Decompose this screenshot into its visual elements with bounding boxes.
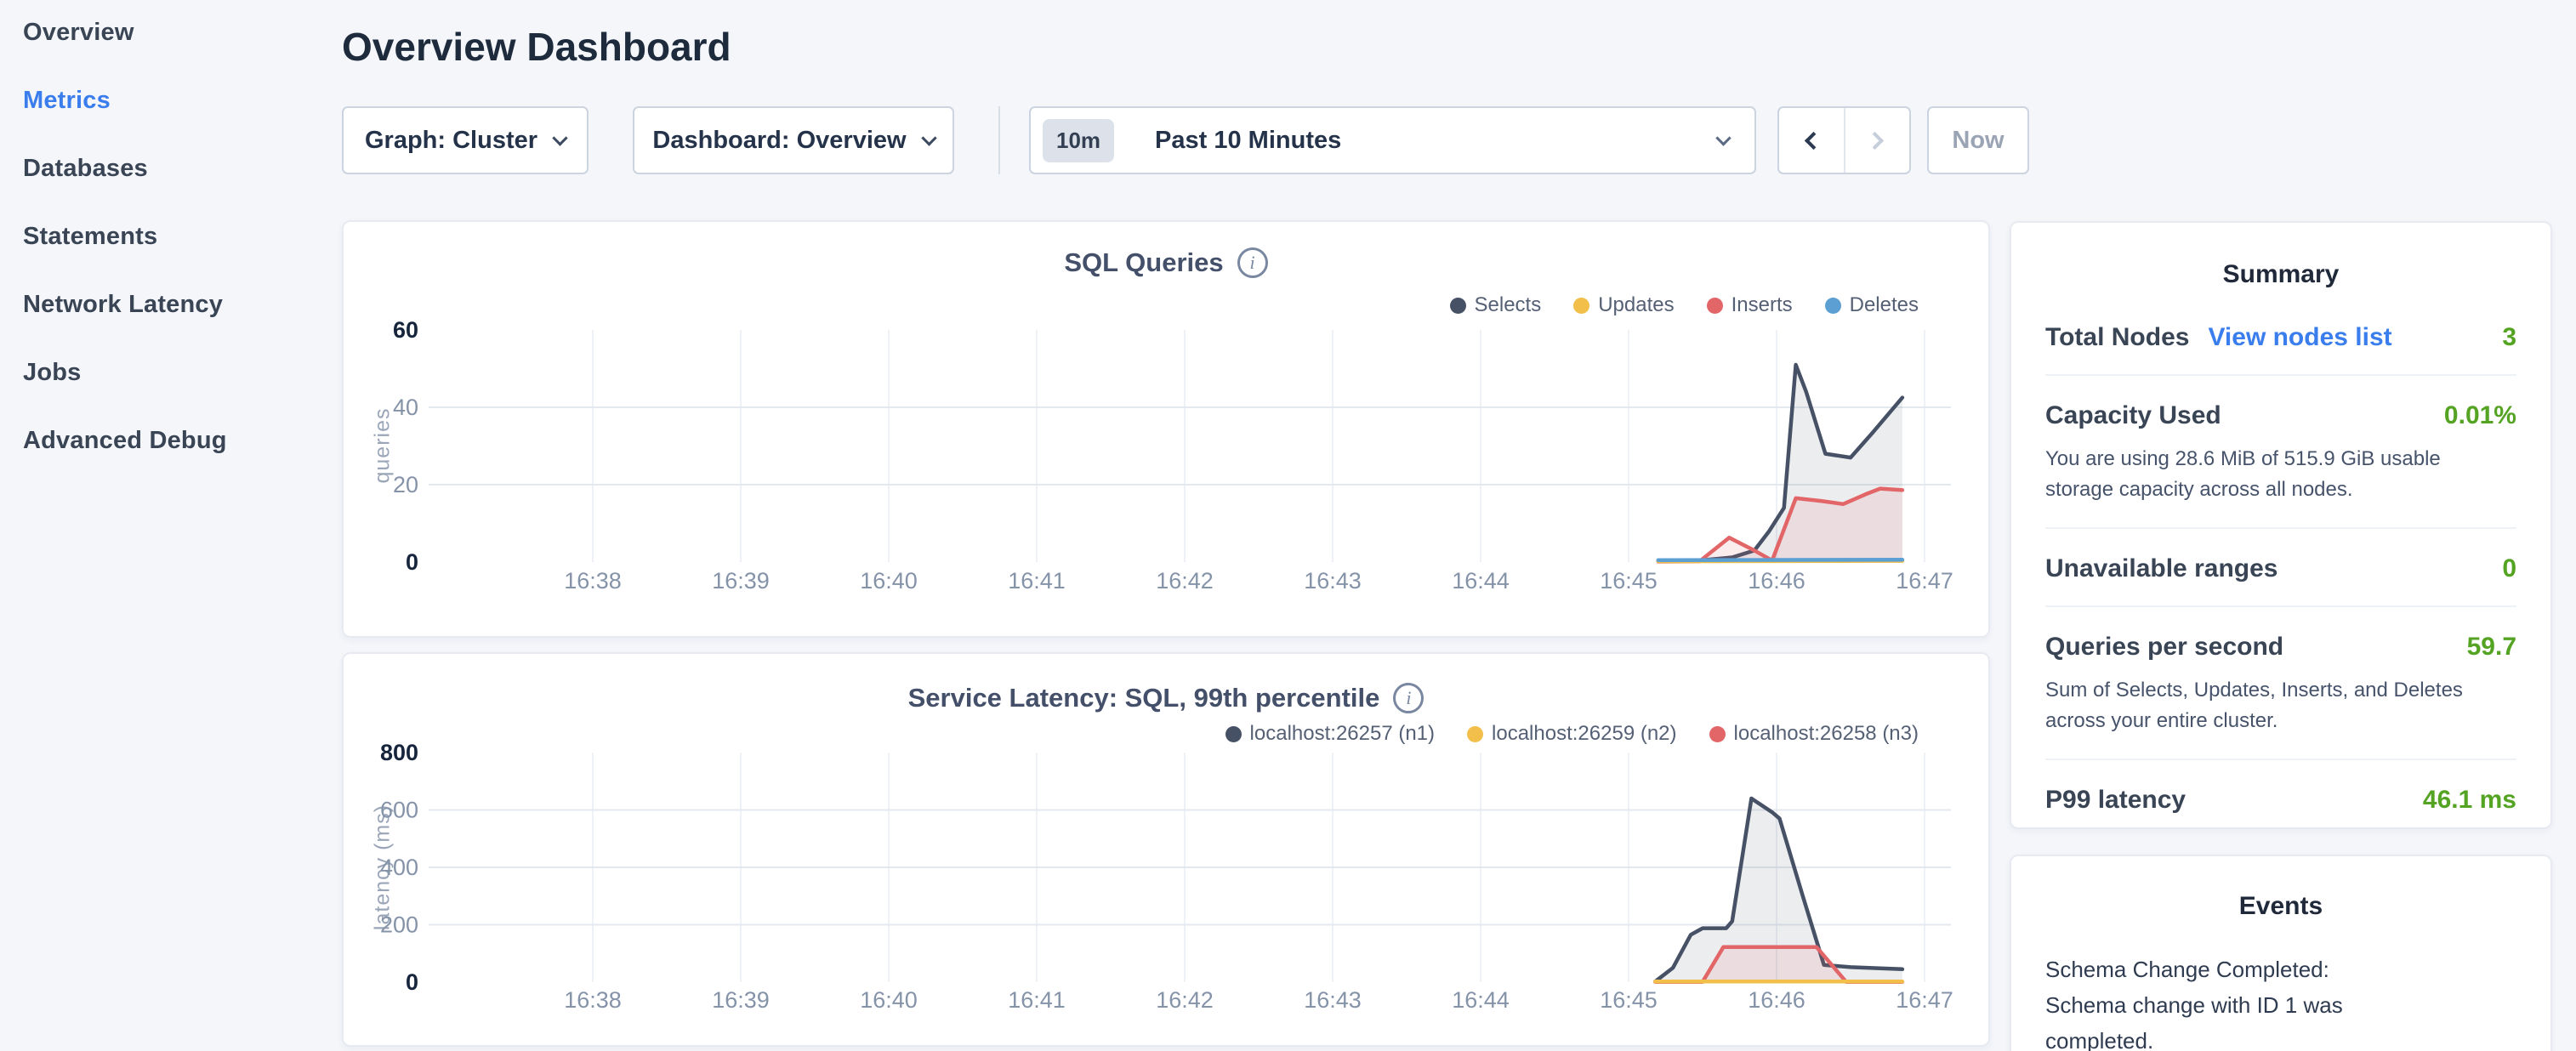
svg-text:16:44: 16:44 bbox=[1452, 987, 1510, 1013]
svg-text:600: 600 bbox=[380, 798, 418, 823]
capacity-used-label: Capacity Used bbox=[2045, 401, 2221, 430]
total-nodes-value: 3 bbox=[2502, 323, 2516, 352]
svg-text:16:38: 16:38 bbox=[564, 568, 622, 594]
svg-text:16:41: 16:41 bbox=[1008, 987, 1066, 1013]
svg-text:40: 40 bbox=[393, 395, 418, 420]
time-range-label: Past 10 Minutes bbox=[1155, 127, 1701, 155]
svg-text:16:38: 16:38 bbox=[564, 987, 622, 1013]
total-nodes-label: Total Nodes bbox=[2045, 323, 2189, 352]
summary-row-capacity-used: Capacity Used 0.01% You are using 28.6 M… bbox=[2045, 376, 2516, 529]
svg-text:16:40: 16:40 bbox=[860, 987, 918, 1013]
event-text: Schema Change Completed: Schema change w… bbox=[2045, 952, 2411, 1051]
p99-latency-value: 46.1 ms bbox=[2423, 786, 2516, 815]
view-nodes-list-link[interactable]: View nodes list bbox=[2208, 323, 2391, 352]
chevron-down-icon bbox=[552, 130, 567, 145]
chevron-down-icon bbox=[1715, 130, 1731, 145]
queries-per-second-description: Sum of Selects, Updates, Inserts, and De… bbox=[2045, 675, 2488, 736]
sidebar-item-databases[interactable]: Databases bbox=[23, 155, 227, 183]
summary-row-p99-latency: P99 latency 46.1 ms bbox=[2045, 760, 2516, 837]
p99-latency-label: P99 latency bbox=[2045, 786, 2186, 815]
page-title: Overview Dashboard bbox=[342, 24, 731, 70]
summary-row-unavailable-ranges: Unavailable ranges 0 bbox=[2045, 529, 2516, 607]
now-button[interactable]: Now bbox=[1927, 106, 2029, 174]
svg-text:16:46: 16:46 bbox=[1748, 987, 1805, 1013]
sidebar: Overview Metrics Databases Statements Ne… bbox=[23, 19, 227, 455]
sidebar-item-statements[interactable]: Statements bbox=[23, 223, 227, 251]
sidebar-item-jobs[interactable]: Jobs bbox=[23, 359, 227, 387]
queries-per-second-value: 59.7 bbox=[2467, 633, 2516, 662]
graph-scope-label: Graph: Cluster bbox=[365, 127, 537, 155]
capacity-used-value: 0.01% bbox=[2444, 401, 2516, 430]
event-list-item[interactable]: Schema Change Completed: Schema change w… bbox=[2045, 952, 2516, 1051]
time-range-dropdown[interactable]: 10m Past 10 Minutes bbox=[1029, 106, 1756, 174]
svg-text:200: 200 bbox=[380, 912, 418, 938]
sidebar-item-metrics[interactable]: Metrics bbox=[23, 87, 227, 115]
svg-text:0: 0 bbox=[406, 969, 418, 995]
summary-title: Summary bbox=[2045, 248, 2516, 298]
svg-text:16:42: 16:42 bbox=[1156, 568, 1214, 594]
next-time-button[interactable] bbox=[1844, 108, 1910, 173]
chevron-down-icon bbox=[921, 130, 936, 145]
events-title: Events bbox=[2045, 880, 2516, 929]
time-step-buttons bbox=[1777, 106, 1911, 174]
svg-text:16:45: 16:45 bbox=[1600, 568, 1658, 594]
svg-text:16:43: 16:43 bbox=[1304, 568, 1362, 594]
chevron-right-icon bbox=[1866, 131, 1884, 149]
svg-text:16:43: 16:43 bbox=[1304, 987, 1362, 1013]
svg-text:60: 60 bbox=[393, 317, 418, 343]
svg-text:0: 0 bbox=[406, 549, 418, 575]
service-latency-chart-card: Service Latency: SQL, 99th percentile i … bbox=[342, 652, 1990, 1047]
svg-text:16:47: 16:47 bbox=[1896, 568, 1953, 594]
toolbar-divider bbox=[998, 106, 1000, 174]
now-button-label: Now bbox=[1952, 127, 2004, 155]
sql-queries-chart-card: SQL Queries i SelectsUpdatesInsertsDelet… bbox=[342, 220, 1990, 638]
chevron-left-icon bbox=[1805, 131, 1823, 149]
svg-text:16:46: 16:46 bbox=[1748, 568, 1805, 594]
chart-plot-area[interactable]: 16:38 16:39 16:40 16:41 16:42 16:43 16:44 16:45… bbox=[344, 654, 1992, 1048]
unavailable-ranges-value: 0 bbox=[2502, 554, 2516, 583]
svg-text:16:45: 16:45 bbox=[1600, 987, 1658, 1013]
sidebar-item-advanced-debug[interactable]: Advanced Debug bbox=[23, 427, 227, 455]
summary-row-total-nodes: Total Nodes View nodes list 3 bbox=[2045, 298, 2516, 376]
sidebar-item-network-latency[interactable]: Network Latency bbox=[23, 291, 227, 319]
svg-text:800: 800 bbox=[380, 740, 418, 765]
events-panel: Events Schema Change Completed: Schema c… bbox=[2010, 855, 2552, 1051]
svg-text:20: 20 bbox=[393, 472, 418, 497]
chart-plot-area[interactable]: 16:38 16:39 16:40 16:41 16:42 16:43 16:44 16:45… bbox=[344, 222, 1992, 639]
capacity-used-description: You are using 28.6 MiB of 515.9 GiB usab… bbox=[2045, 444, 2488, 505]
svg-text:16:44: 16:44 bbox=[1452, 568, 1510, 594]
svg-text:16:39: 16:39 bbox=[712, 568, 770, 594]
svg-text:16:39: 16:39 bbox=[712, 987, 770, 1013]
queries-per-second-label: Queries per second bbox=[2045, 633, 2283, 662]
dashboard-dropdown[interactable]: Dashboard: Overview bbox=[633, 106, 954, 174]
time-range-badge: 10m bbox=[1043, 119, 1114, 162]
summary-panel: Summary Total Nodes View nodes list 3 Ca… bbox=[2010, 221, 2552, 829]
svg-text:16:41: 16:41 bbox=[1008, 568, 1066, 594]
graph-scope-dropdown[interactable]: Graph: Cluster bbox=[342, 106, 589, 174]
summary-row-queries-per-second: Queries per second 59.7 Sum of Selects, … bbox=[2045, 607, 2516, 760]
svg-text:16:40: 16:40 bbox=[860, 568, 918, 594]
unavailable-ranges-label: Unavailable ranges bbox=[2045, 554, 2277, 583]
prev-time-button[interactable] bbox=[1779, 108, 1844, 173]
svg-text:400: 400 bbox=[380, 855, 418, 880]
sidebar-item-overview[interactable]: Overview bbox=[23, 19, 227, 47]
svg-text:16:47: 16:47 bbox=[1896, 987, 1953, 1013]
dashboard-label: Dashboard: Overview bbox=[652, 127, 906, 155]
svg-text:16:42: 16:42 bbox=[1156, 987, 1214, 1013]
